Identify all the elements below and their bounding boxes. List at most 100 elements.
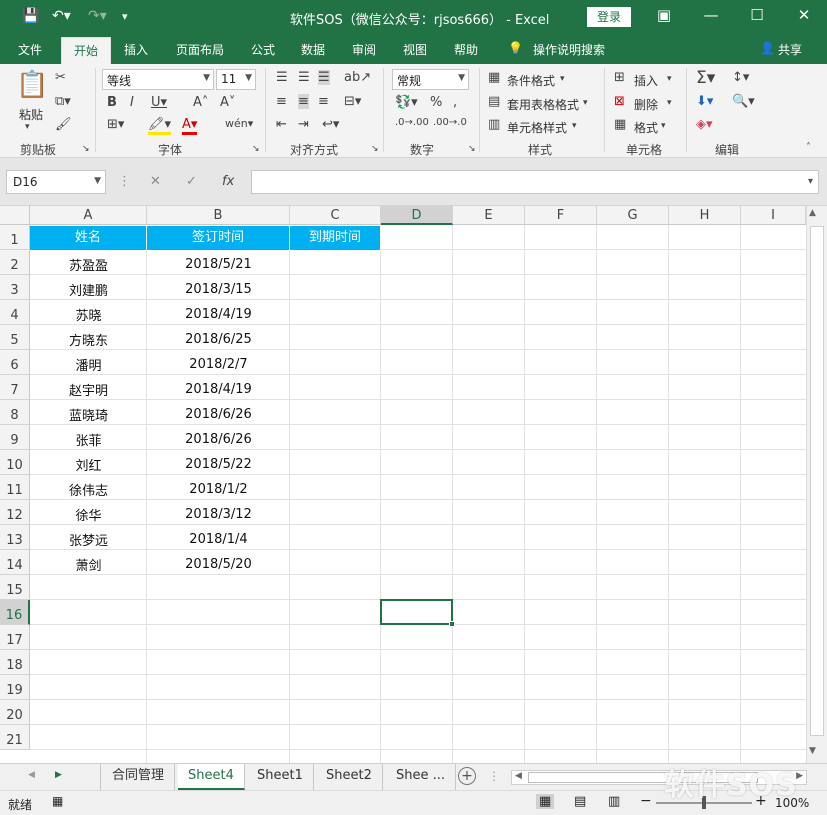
date-cell[interactable]: 2018/5/20	[147, 557, 290, 572]
name-cell[interactable]: 蓝晓琦	[30, 405, 147, 424]
align-right-icon[interactable]: ≡	[318, 94, 329, 109]
zoom-out-icon[interactable]: −	[640, 793, 652, 809]
increase-font-icon[interactable]: A˄	[193, 95, 208, 110]
column-header[interactable]: F	[525, 206, 597, 225]
date-cell[interactable]: 2018/3/12	[147, 507, 290, 522]
row-header[interactable]: 12	[0, 500, 30, 525]
font-size-select[interactable]: 11 ▼	[216, 69, 256, 90]
fill-icon[interactable]: ⬇▾	[696, 94, 713, 109]
name-cell[interactable]: 徐华	[30, 505, 147, 524]
share-button[interactable]: 共享	[778, 41, 802, 58]
cancel-icon[interactable]: ✕	[150, 174, 161, 189]
collapse-ribbon-icon[interactable]: ˄	[806, 142, 811, 153]
active-cell-selection[interactable]	[380, 599, 455, 627]
autosum-icon[interactable]: Σ▾	[696, 68, 715, 88]
header-cell[interactable]: 姓名	[30, 226, 147, 250]
alignment-launcher-icon[interactable]: ↘	[371, 144, 379, 154]
format-painter-icon[interactable]: 🖌	[55, 117, 72, 132]
row-header[interactable]: 21	[0, 725, 30, 750]
row-header[interactable]: 7	[0, 375, 30, 400]
increase-indent-icon[interactable]: ⇥	[298, 117, 309, 132]
row-header[interactable]: 1	[0, 225, 30, 250]
row-header[interactable]: 13	[0, 525, 30, 550]
enter-icon[interactable]: ✓	[186, 174, 197, 189]
conditional-formatting-button[interactable]: 条件格式	[507, 72, 555, 89]
sheet-tab-sheet4[interactable]: Sheet4	[178, 764, 245, 790]
format-cells-button[interactable]: 格式	[634, 119, 658, 136]
vertical-scrollbar[interactable]: ▲ ▼	[806, 206, 827, 763]
row-header[interactable]: 11	[0, 475, 30, 500]
tab-review[interactable]: 审阅	[352, 41, 376, 58]
login-button[interactable]: 登录	[587, 7, 631, 27]
row-header[interactable]: 16	[0, 600, 30, 625]
close-icon[interactable]: ✕	[792, 6, 816, 24]
column-header[interactable]: H	[669, 206, 741, 225]
font-color-icon[interactable]: A▾	[182, 117, 198, 135]
add-sheet-icon[interactable]: +	[458, 767, 476, 785]
tab-insert[interactable]: 插入	[124, 41, 148, 58]
name-cell[interactable]: 刘红	[30, 455, 147, 474]
tell-me-search[interactable]: 操作说明搜索	[533, 41, 605, 58]
scroll-thumb[interactable]	[810, 226, 824, 736]
date-cell[interactable]: 2018/4/19	[147, 307, 290, 322]
page-break-view-icon[interactable]: ▥	[608, 794, 620, 809]
name-cell[interactable]: 潘明	[30, 355, 147, 374]
row-header[interactable]: 10	[0, 450, 30, 475]
comma-style-icon[interactable]: ,	[453, 95, 457, 110]
row-header[interactable]: 14	[0, 550, 30, 575]
sheet-tab-sheet1[interactable]: Sheet1	[247, 764, 314, 790]
name-box[interactable]: D16 ▼	[6, 170, 106, 194]
tab-home[interactable]: 开始	[61, 37, 112, 64]
date-cell[interactable]: 2018/5/22	[147, 457, 290, 472]
worksheet-grid[interactable]: A B C D E F G H I 1 2 3 4 5 6 7 8 9 10 11 12 13 14 15 16 17 18 19 20…	[0, 206, 806, 763]
tab-view[interactable]: 视图	[403, 41, 427, 58]
fill-color-icon[interactable]: 🖍▾	[148, 117, 172, 135]
name-cell[interactable]: 方晓东	[30, 330, 147, 349]
paste-dropdown-icon[interactable]: ▾	[25, 122, 30, 132]
header-cell[interactable]: 到期时间	[290, 226, 381, 250]
row-header[interactable]: 17	[0, 625, 30, 650]
column-header[interactable]: E	[453, 206, 525, 225]
decrease-decimal-icon[interactable]: .00→.0	[433, 117, 467, 128]
undo-icon[interactable]: ↶▾	[52, 8, 71, 24]
date-cell[interactable]: 2018/2/7	[147, 357, 290, 372]
row-header[interactable]: 18	[0, 650, 30, 675]
row-header[interactable]: 19	[0, 675, 30, 700]
scroll-up-icon[interactable]: ▲	[809, 208, 816, 218]
paste-button[interactable]: 粘贴	[19, 106, 43, 123]
macro-record-icon[interactable]: ▦	[52, 794, 63, 808]
italic-icon[interactable]: I	[130, 95, 134, 110]
clipboard-launcher-icon[interactable]: ↘	[82, 144, 90, 154]
tab-formulas[interactable]: 公式	[251, 41, 275, 58]
font-launcher-icon[interactable]: ↘	[252, 144, 260, 154]
column-header[interactable]: G	[597, 206, 669, 225]
format-as-table-button[interactable]: 套用表格格式	[507, 96, 579, 113]
cut-icon[interactable]: ✂	[55, 70, 66, 85]
orientation-icon[interactable]: ab↗	[344, 70, 371, 85]
next-sheet-icon[interactable]: ▶	[55, 770, 62, 780]
name-cell[interactable]: 萧剑	[30, 555, 147, 574]
cell-styles-button[interactable]: 单元格样式	[507, 119, 567, 136]
name-cell[interactable]: 苏晓	[30, 305, 147, 324]
font-name-select[interactable]: 等线 ▼	[102, 69, 214, 90]
chevron-down-icon[interactable]: ▾	[572, 121, 577, 131]
page-layout-view-icon[interactable]: ▤	[574, 794, 586, 809]
chevron-down-icon[interactable]: ▾	[667, 98, 672, 108]
name-cell[interactable]: 徐伟志	[30, 480, 147, 499]
align-center-icon[interactable]: ≡	[298, 94, 309, 109]
underline-icon[interactable]: U▾	[151, 95, 167, 110]
wrap-text-icon[interactable]: ↩▾	[322, 117, 339, 132]
delete-cells-button[interactable]: 删除	[634, 96, 658, 113]
redo-icon[interactable]: ↷▾	[88, 8, 107, 24]
expand-formula-bar-icon[interactable]: ▾	[808, 176, 813, 187]
increase-decimal-icon[interactable]: .0→.00	[395, 117, 429, 128]
decrease-indent-icon[interactable]: ⇤	[276, 117, 287, 132]
borders-icon[interactable]: ⊞▾	[107, 117, 124, 132]
select-all-corner[interactable]	[0, 206, 30, 225]
chevron-down-icon[interactable]: ▾	[667, 74, 672, 84]
clear-icon[interactable]: ◈▾	[696, 117, 713, 132]
align-bottom-icon[interactable]: ☰	[318, 70, 330, 85]
name-cell[interactable]: 苏盈盈	[30, 255, 147, 274]
name-cell[interactable]: 张梦远	[30, 530, 147, 549]
row-header[interactable]: 5	[0, 325, 30, 350]
